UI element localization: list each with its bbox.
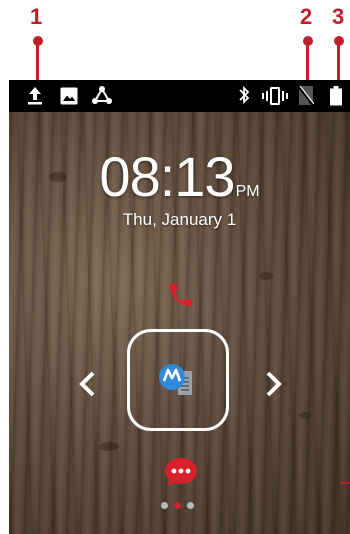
lockscreen-date: Thu, January 1 <box>122 210 237 229</box>
callout-number-3: 3 <box>332 4 345 29</box>
edge-marker <box>340 482 350 484</box>
status-bar <box>9 80 350 112</box>
upload-icon <box>28 87 42 105</box>
lockscreen-clock: 08:13PM <box>9 144 350 209</box>
callout-number-2: 2 <box>300 4 313 29</box>
phone-icon[interactable] <box>166 280 196 310</box>
callout-line-2 <box>306 40 309 85</box>
chevron-left-icon[interactable] <box>77 370 97 398</box>
clock-time-text: 08:13 <box>99 145 235 208</box>
wood-knot <box>99 442 119 451</box>
bluetooth-icon <box>239 85 250 105</box>
callout-line-3 <box>337 40 340 85</box>
page-dot-active <box>174 502 181 509</box>
clock-ampm: PM <box>235 183 260 200</box>
vibrate-icon <box>262 87 288 105</box>
callout-number-1: 1 <box>30 4 43 29</box>
image-icon <box>60 87 78 105</box>
notification-icon <box>159 364 192 395</box>
unlock-handle[interactable] <box>127 329 229 431</box>
wood-knot <box>259 272 273 280</box>
chevron-right-icon[interactable] <box>264 370 284 398</box>
page-dot <box>187 502 194 509</box>
no-sim-icon <box>298 85 314 106</box>
callout-line-1 <box>36 40 39 82</box>
page-dot <box>161 502 168 509</box>
wood-knot <box>299 412 311 419</box>
battery-icon <box>330 86 342 106</box>
messages-icon[interactable] <box>164 457 198 487</box>
share-icon <box>92 86 112 104</box>
phone-screen: 08:13PM Thu, January 1 <box>9 80 350 534</box>
